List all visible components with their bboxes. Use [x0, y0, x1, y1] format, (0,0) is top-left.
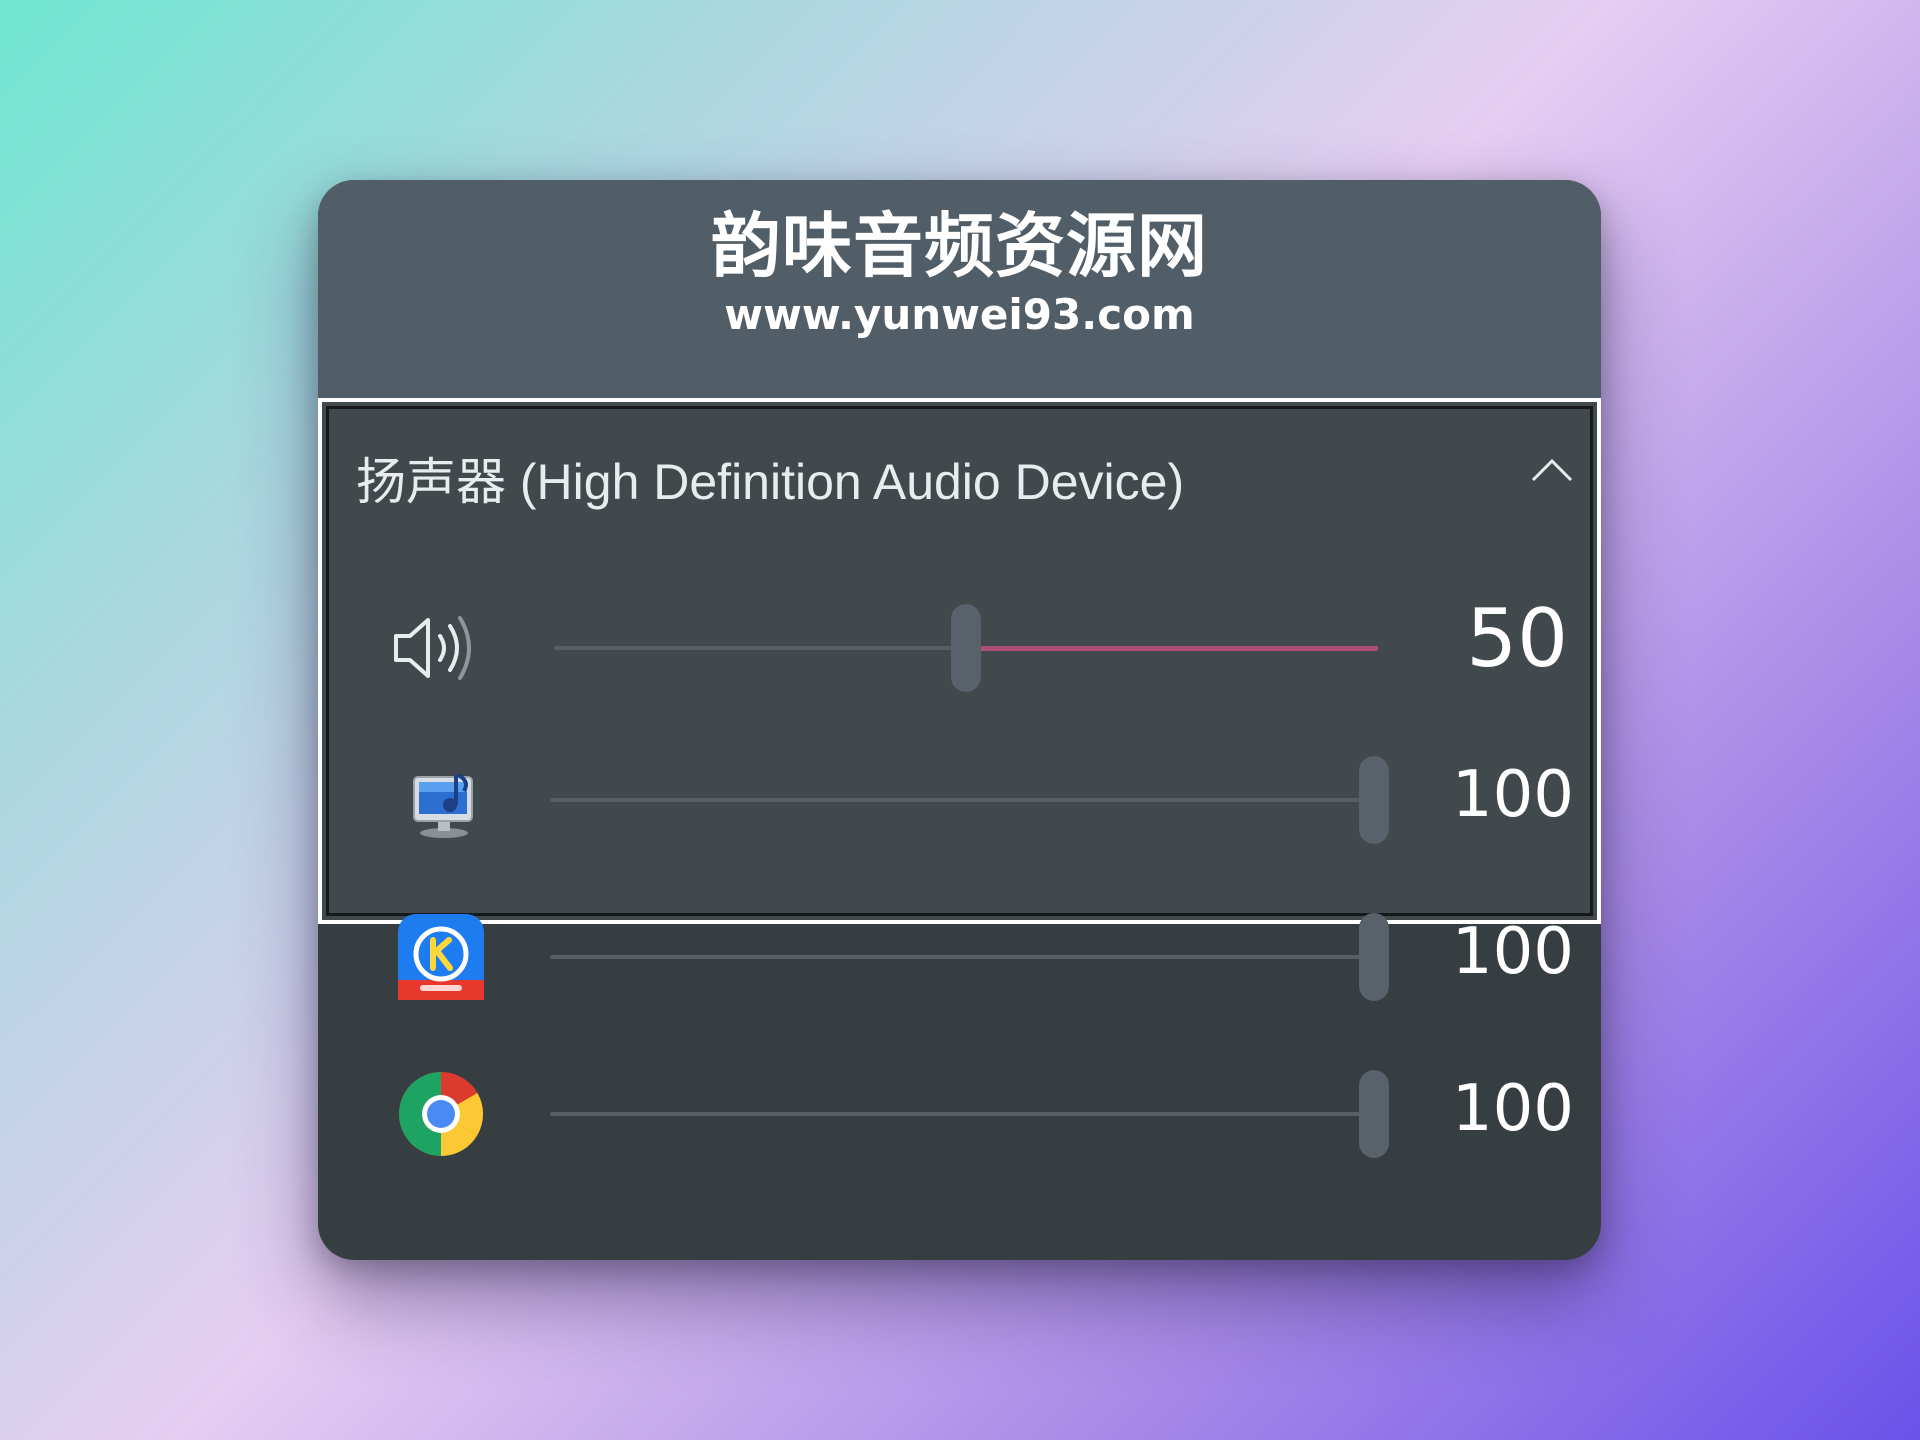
volume-mixer-panel: 韵味音频资源网 www.yunwei93.com 扬声器 (High Defin…: [318, 180, 1601, 1260]
device-volume-slider[interactable]: [554, 600, 1378, 696]
device-volume-value: 50: [1466, 592, 1568, 685]
app-volume-slider[interactable]: [550, 909, 1389, 1005]
speaker-icon[interactable]: [388, 608, 478, 688]
app-volume-value: 100: [1451, 1072, 1574, 1146]
site-url: www.yunwei93.com: [724, 290, 1195, 339]
app-volume-value: 100: [1451, 758, 1574, 832]
system-sounds-icon[interactable]: [404, 759, 486, 841]
watermark-header: 韵味音频资源网 www.yunwei93.com: [318, 180, 1601, 400]
slider-track: [550, 1112, 1374, 1116]
site-title: 韵味音频资源网: [711, 205, 1208, 287]
device-name[interactable]: 扬声器 (High Definition Audio Device): [356, 442, 1184, 514]
slider-thumb[interactable]: [1359, 913, 1389, 1001]
slider-thumb[interactable]: [1359, 1070, 1389, 1158]
chrome-icon[interactable]: [398, 1071, 484, 1157]
app-volume-slider[interactable]: [550, 1066, 1389, 1162]
slider-track: [550, 955, 1374, 959]
slider-track: [550, 798, 1374, 802]
app-volume-slider[interactable]: [550, 752, 1389, 848]
kugou-music-icon[interactable]: [398, 914, 484, 1000]
slider-fill: [966, 646, 1378, 651]
chevron-up-icon: [1531, 458, 1573, 482]
collapse-button[interactable]: [1521, 438, 1583, 500]
app-volume-value: 100: [1451, 915, 1574, 989]
slider-thumb[interactable]: [951, 604, 981, 692]
slider-thumb[interactable]: [1359, 756, 1389, 844]
